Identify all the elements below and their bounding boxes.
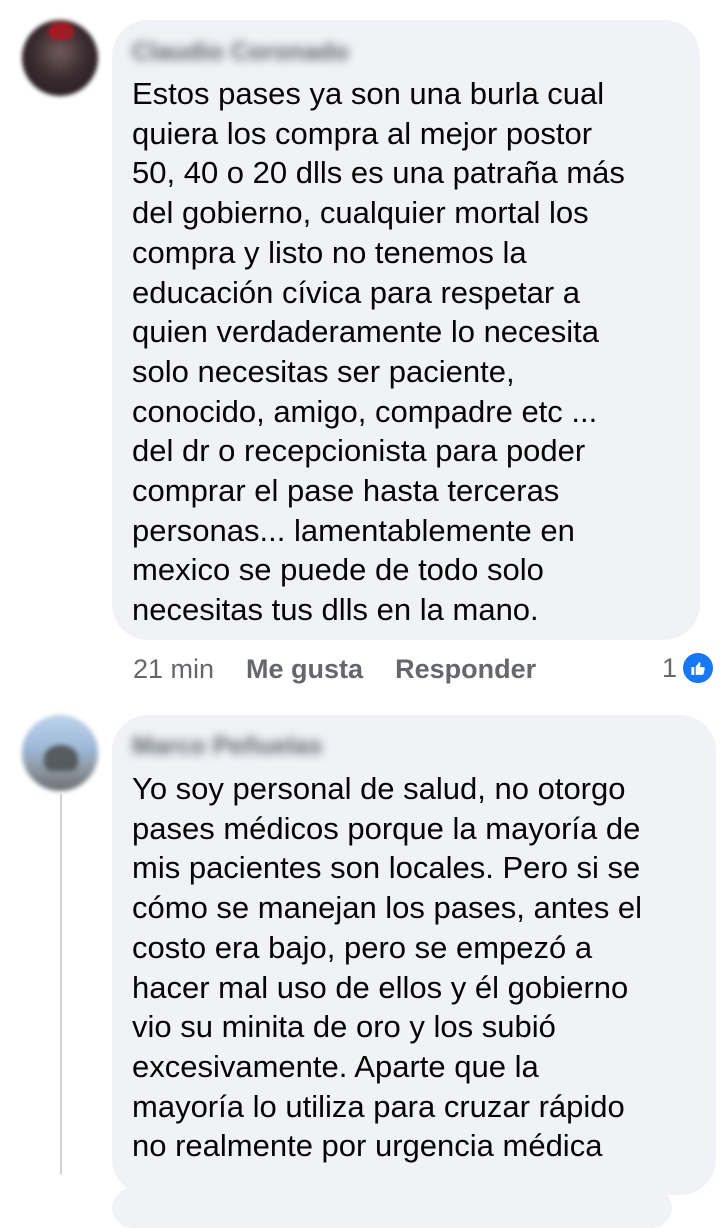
reaction-summary[interactable]: 1 [662, 648, 716, 688]
comment-bubble [112, 1188, 672, 1228]
comment-timestamp[interactable]: 21 min [133, 654, 214, 685]
like-button[interactable]: Me gusta [246, 654, 363, 685]
comment-author[interactable]: Marco Peñuelas [132, 732, 322, 761]
comment-actions: 21 min Me gusta Responder [133, 649, 568, 689]
comment-text: Yo soy personal de salud, no otorgo pase… [132, 771, 643, 1164]
avatar-photo-detail [48, 22, 74, 40]
reaction-count: 1 [662, 652, 678, 683]
comment-author[interactable]: Claudio Coronado [132, 38, 349, 67]
avatar[interactable] [22, 715, 98, 791]
comment-text: Estos pases ya son una burla cual quiera… [132, 76, 625, 628]
avatar[interactable] [22, 20, 98, 96]
reply-button[interactable]: Responder [395, 654, 536, 685]
reply-thread-line [60, 794, 62, 1174]
like-icon [681, 651, 716, 685]
avatar-photo-detail [44, 745, 78, 771]
